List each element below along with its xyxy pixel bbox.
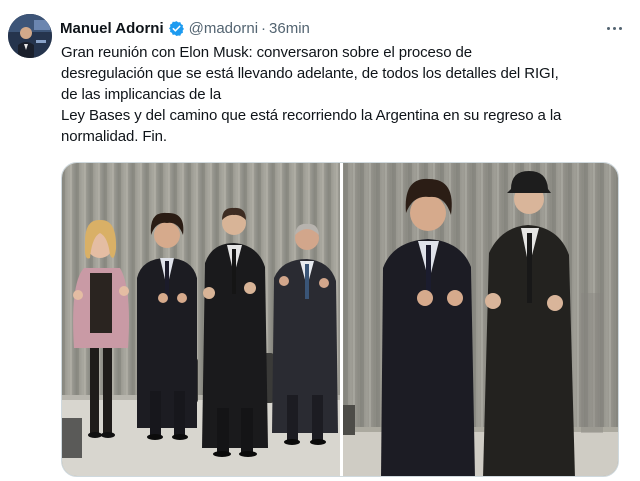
tweet-text-line: de las implicancias de la <box>61 86 222 103</box>
tweet-media <box>61 162 619 477</box>
avatar[interactable] <box>8 14 52 58</box>
tweet-text-line: normalidad. Fin. <box>61 128 167 145</box>
tweet-text: Gran reunión con Elon Musk: conversaron … <box>61 42 631 147</box>
tweet-card: Manuel Adorni @madorni · 36min Gran reun… <box>0 0 640 481</box>
separator-dot: · <box>261 19 267 37</box>
group-photo[interactable] <box>62 163 340 476</box>
two-men-photo[interactable] <box>343 163 618 476</box>
more-options-icon[interactable] <box>602 16 626 40</box>
tweet-timestamp[interactable]: 36min <box>269 20 310 37</box>
tweet-text-line: Gran reunión con Elon Musk: conversaron … <box>61 44 472 61</box>
verified-badge-icon <box>168 20 185 37</box>
tweet-header: Manuel Adorni @madorni · 36min <box>60 17 630 39</box>
tweet-text-line: desregulación que se está llevando adela… <box>61 65 559 82</box>
tweet-text-line: Ley Bases y del camino que está recorrie… <box>61 107 562 124</box>
author-name[interactable]: Manuel Adorni <box>60 20 164 37</box>
avatar-photo <box>8 14 52 58</box>
author-handle[interactable]: @madorni <box>189 20 258 37</box>
